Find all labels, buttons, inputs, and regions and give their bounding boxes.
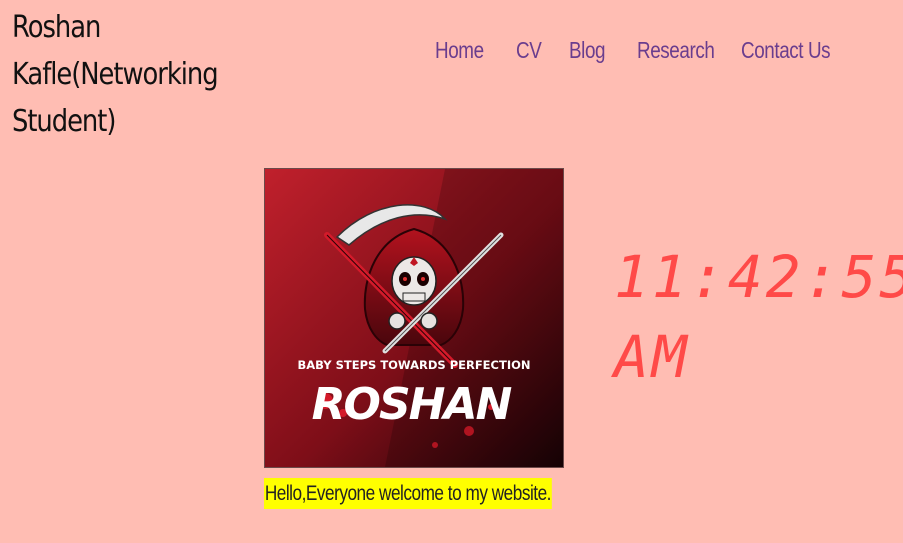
- nav-link-home[interactable]: Home: [435, 33, 484, 67]
- nav-link-blog[interactable]: Blog: [569, 33, 606, 67]
- nav-link-research[interactable]: Research: [637, 33, 715, 67]
- profile-logo-image: BABY STEPS TOWARDS PERFECTION ROSHAN: [264, 168, 564, 468]
- nav-link-cv[interactable]: CV: [516, 33, 542, 67]
- digital-clock: 11:42:55 AM: [614, 237, 903, 397]
- welcome-message: Hello,Everyone welcome to my website.: [264, 478, 552, 509]
- nav-link-contact-us[interactable]: Contact Us: [741, 33, 831, 67]
- clock-time: 11:42:55: [614, 243, 903, 311]
- logo-name: ROSHAN: [312, 379, 512, 430]
- logo-tagline: BABY STEPS TOWARDS PERFECTION: [297, 358, 530, 372]
- main-nav: Home CV Blog Research Contact Us: [0, 33, 903, 67]
- clock-period: AM: [614, 323, 690, 391]
- site-title: Roshan Kafle(Networking Student): [12, 10, 219, 139]
